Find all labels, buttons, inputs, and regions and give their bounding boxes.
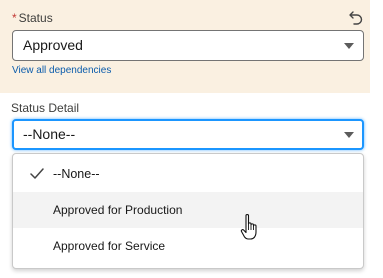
required-marker: *: [12, 11, 17, 25]
undo-icon[interactable]: [348, 9, 364, 25]
dropdown-option-label: --None--: [53, 167, 100, 181]
view-all-dependencies-link[interactable]: View all dependencies: [12, 65, 111, 76]
status-select-value: Approved: [23, 37, 83, 53]
dropdown-option-approved-for-service[interactable]: Approved for Service: [13, 228, 363, 264]
hand-cursor-icon: [240, 214, 257, 240]
dropdown-option-approved-for-production[interactable]: Approved for Production: [13, 192, 363, 228]
chevron-down-icon: [344, 132, 354, 138]
status-detail-select[interactable]: --None--: [12, 119, 364, 150]
status-detail-select-value: --None--: [23, 126, 76, 142]
status-select[interactable]: Approved: [12, 30, 364, 61]
status-detail-label: Status Detail: [11, 101, 80, 115]
chevron-down-icon: [344, 43, 354, 49]
check-icon: [30, 168, 44, 179]
dropdown-option-label: Approved for Service: [53, 239, 166, 253]
status-field-section: * Status Approved View all dependencies: [0, 0, 370, 93]
dropdown-option-label: Approved for Production: [53, 203, 183, 217]
status-label: * Status: [12, 11, 53, 25]
status-label-text: Status: [18, 11, 53, 25]
status-detail-dropdown: --None-- Approved for Production Approve…: [12, 153, 364, 269]
dropdown-option-none[interactable]: --None--: [13, 156, 363, 192]
